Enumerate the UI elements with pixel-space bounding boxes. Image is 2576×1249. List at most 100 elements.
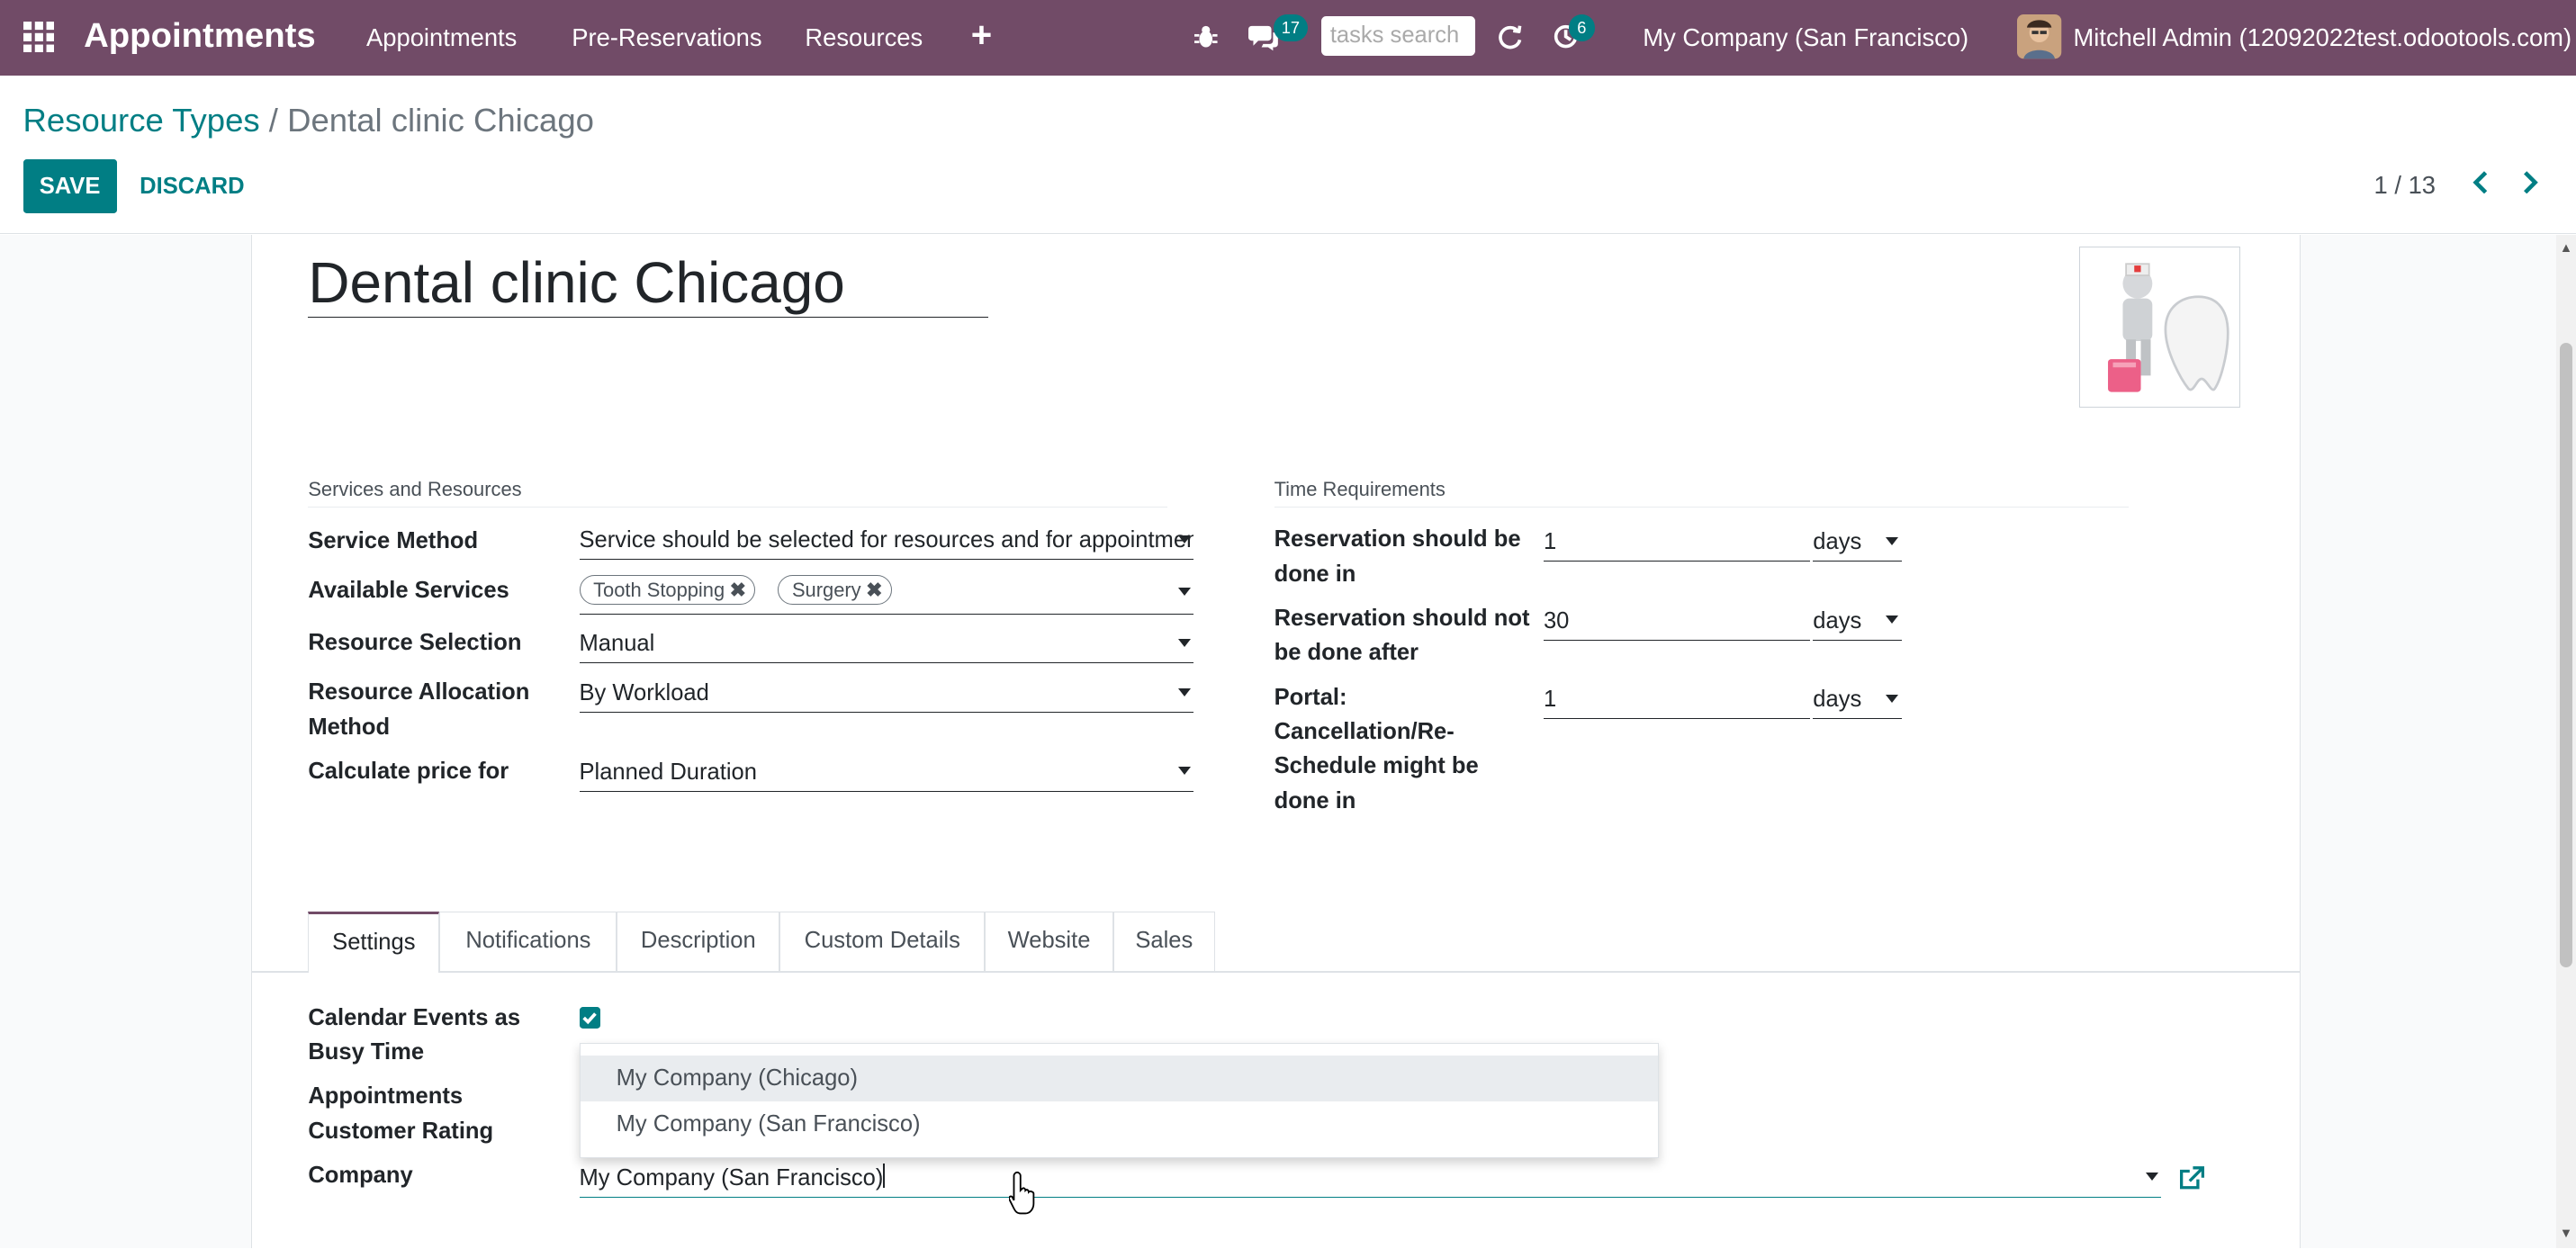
tab-custom-details[interactable]: Custom Details xyxy=(779,912,986,971)
chevron-right-icon[interactable] xyxy=(2522,171,2538,202)
service-method-value: Service should be selected for resources… xyxy=(579,527,1194,553)
label-line: Customer Rating xyxy=(308,1118,494,1144)
remove-tag-icon[interactable]: ✖ xyxy=(730,579,746,601)
chevron-down-icon xyxy=(1177,535,1191,544)
reservation-not-after-unit-select[interactable]: days xyxy=(1813,605,1902,641)
price-label: Calculate price for xyxy=(308,758,509,784)
record-name-field[interactable]: Dental clinic Chicago xyxy=(308,248,988,319)
portal-cancellation-label: Portal: Cancellation/Re- Schedule might … xyxy=(1274,680,1479,818)
label-line: Reservation should be xyxy=(1274,526,1521,553)
plus-menu-button[interactable]: + xyxy=(971,14,992,56)
tab-settings[interactable]: Settings xyxy=(308,912,440,973)
scroll-down-icon[interactable]: ▼ xyxy=(2560,1227,2572,1241)
reservation-done-in-input[interactable]: 1 xyxy=(1543,526,1810,562)
portal-cancellation-unit-select[interactable]: days xyxy=(1813,683,1902,720)
service-method-label: Service Method xyxy=(308,528,479,554)
allocation-method-label: Resource Allocation Method xyxy=(308,675,529,744)
dropdown-option-chicago[interactable]: My Company (Chicago) xyxy=(580,1055,1658,1101)
user-menu[interactable]: Mitchell Admin (12092022test.odootools.c… xyxy=(2074,23,2572,52)
apps-icon[interactable] xyxy=(23,21,55,60)
text-cursor xyxy=(883,1163,886,1189)
breadcrumb-resource-types[interactable]: Resource Types xyxy=(23,102,260,139)
activities-badge: 6 xyxy=(1569,14,1595,41)
label-line: Schedule might be xyxy=(1274,753,1479,779)
tab-notifications[interactable]: Notifications xyxy=(439,912,617,971)
service-tag: Surgery ✖ xyxy=(778,574,892,605)
top-navbar: Appointments Appointments Pre-Reservatio… xyxy=(0,0,2576,76)
label-line: Reservation should not xyxy=(1274,606,1530,632)
label-line: done in xyxy=(1274,561,1356,587)
remove-tag-icon[interactable]: ✖ xyxy=(866,579,882,601)
pager-value[interactable]: 1 / 13 xyxy=(2374,171,2436,200)
checkbox-icon xyxy=(582,1011,598,1024)
tab-website[interactable]: Website xyxy=(985,912,1113,971)
reservation-done-in-unit-select[interactable]: days xyxy=(1813,526,1902,562)
external-link-icon[interactable] xyxy=(2178,1166,2204,1198)
label-line: done in xyxy=(1274,787,1356,813)
available-services-label: Available Services xyxy=(308,578,509,604)
page-scrollbar[interactable]: ▲ ▼ xyxy=(2556,235,2576,1249)
company-switcher[interactable]: My Company (San Francisco) xyxy=(1643,23,1968,52)
chevron-left-icon[interactable] xyxy=(2472,171,2489,202)
service-tag-label: Surgery xyxy=(791,578,861,601)
menu-resources[interactable]: Resources xyxy=(805,23,923,52)
app-name[interactable]: Appointments xyxy=(84,16,316,56)
label-line: Appointments xyxy=(308,1083,464,1110)
time-group-title: Time Requirements xyxy=(1274,478,2129,508)
breadcrumb: Resource Types / Dental clinic Chicago xyxy=(23,102,594,139)
calendar-busy-checkbox[interactable] xyxy=(579,1006,601,1029)
price-select[interactable]: Planned Duration xyxy=(579,756,1194,792)
chevron-down-icon xyxy=(1177,588,1191,597)
refresh-icon[interactable] xyxy=(1497,23,1523,57)
breadcrumb-separator: / xyxy=(268,102,278,139)
label-line: Portal: xyxy=(1274,684,1347,710)
label-line: be done after xyxy=(1274,640,1419,666)
chevron-down-icon xyxy=(1177,767,1191,776)
service-tag: Tooth Stopping ✖ xyxy=(579,574,756,605)
allocation-method-value: By Workload xyxy=(579,680,709,706)
scroll-up-icon[interactable]: ▲ xyxy=(2560,241,2572,256)
label-line: Busy Time xyxy=(308,1038,425,1065)
page: Appointments Appointments Pre-Reservatio… xyxy=(0,0,2576,1249)
company-dropdown: My Company (Chicago) My Company (San Fra… xyxy=(579,1043,1659,1158)
label-line: Calendar Events as xyxy=(308,1004,521,1030)
service-method-select[interactable]: Service should be selected for resources… xyxy=(579,524,1194,561)
hand-cursor-icon xyxy=(1007,1171,1035,1222)
chevron-down-icon[interactable] xyxy=(2145,1173,2158,1182)
avatar[interactable] xyxy=(2017,14,2062,66)
reservation-not-after-label: Reservation should not be done after xyxy=(1274,601,1530,670)
scrollbar-thumb[interactable] xyxy=(2559,343,2573,968)
messages-badge: 17 xyxy=(1273,14,1309,41)
company-input-value: My Company (San Francisco) xyxy=(579,1164,884,1191)
reservation-not-after-input[interactable]: 30 xyxy=(1543,605,1810,641)
unit-value: days xyxy=(1813,687,1862,713)
bug-icon[interactable] xyxy=(1193,24,1218,56)
record-image[interactable] xyxy=(2078,246,2241,408)
allocation-label-line: Method xyxy=(308,714,391,740)
label-line: Cancellation/Re- xyxy=(1274,719,1455,744)
allocation-method-select[interactable]: By Workload xyxy=(579,677,1194,714)
allocation-label-line: Resource Allocation xyxy=(308,679,530,705)
discard-button[interactable]: DISCARD xyxy=(140,159,244,213)
unit-value: days xyxy=(1813,529,1862,555)
resource-selection-value: Manual xyxy=(579,631,655,657)
save-button[interactable]: SAVE xyxy=(23,159,117,214)
resource-selection-select[interactable]: Manual xyxy=(579,627,1194,664)
chevron-down-icon xyxy=(1886,695,1899,703)
menu-pre-reservations[interactable]: Pre-Reservations xyxy=(572,23,761,52)
reservation-done-in-label: Reservation should be done in xyxy=(1274,522,1521,591)
chevron-down-icon xyxy=(1177,639,1191,647)
dropdown-option-san-francisco[interactable]: My Company (San Francisco) xyxy=(581,1101,1658,1147)
service-tag-label: Tooth Stopping xyxy=(593,578,725,601)
tab-divider xyxy=(252,970,2300,973)
chevron-down-icon xyxy=(1886,616,1899,624)
company-input[interactable]: My Company (San Francisco) xyxy=(579,1160,2162,1198)
breadcrumb-current: Dental clinic Chicago xyxy=(287,102,594,139)
available-services-field[interactable]: Tooth Stopping ✖ Surgery ✖ xyxy=(579,573,1194,615)
menu-appointments[interactable]: Appointments xyxy=(366,23,517,52)
tab-description[interactable]: Description xyxy=(617,912,780,971)
tab-sales[interactable]: Sales xyxy=(1112,912,1215,971)
resource-selection-label: Resource Selection xyxy=(308,630,522,656)
portal-cancellation-input[interactable]: 1 xyxy=(1543,683,1810,720)
tasks-search-input[interactable]: tasks search xyxy=(1320,16,1476,57)
